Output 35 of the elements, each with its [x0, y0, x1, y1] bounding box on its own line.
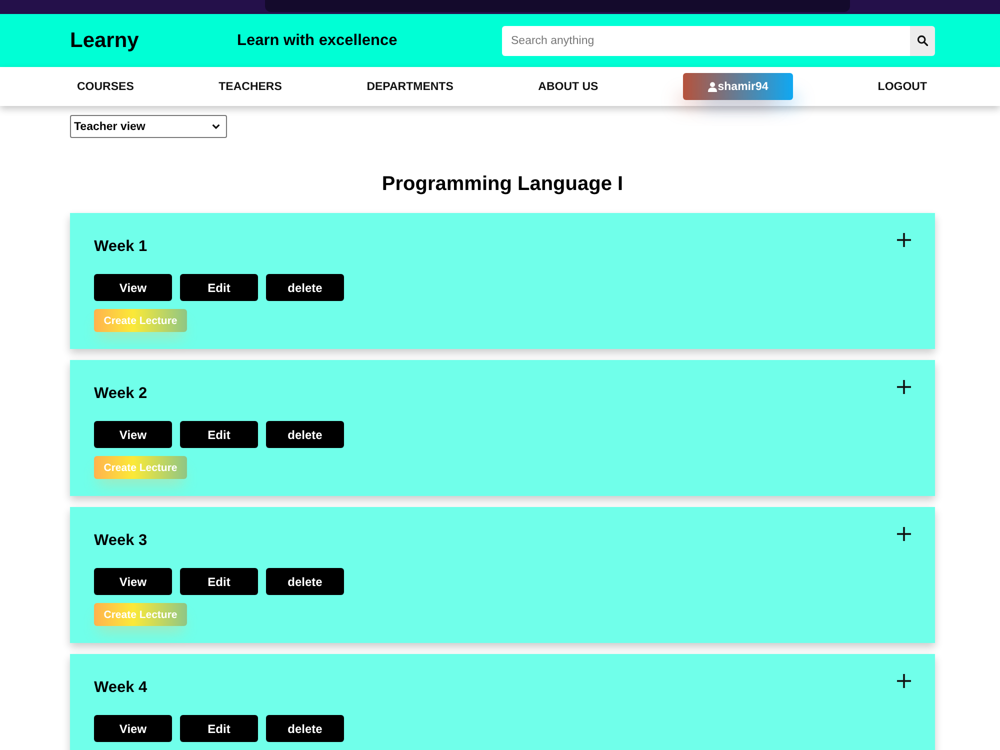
nav-link[interactable]: DEPARTMENTS	[366, 80, 454, 92]
week-title: Week 3	[94, 531, 148, 551]
week-title: Week 1	[94, 237, 148, 257]
action-button[interactable]: delete	[266, 274, 344, 301]
chevron-icon	[212, 124, 220, 129]
action-button[interactable]: Edit	[180, 421, 258, 448]
search-field[interactable]: Search anything	[502, 26, 910, 56]
nav-link[interactable]: ABOUT US	[538, 80, 598, 92]
view-select[interactable]: Teacher view	[70, 115, 227, 138]
search-button[interactable]	[910, 26, 935, 56]
action-button[interactable]: Edit	[180, 274, 258, 301]
action-button[interactable]: delete	[266, 568, 344, 595]
week-title: Week 4	[94, 678, 148, 698]
nav-link[interactable]: LOGOUT	[878, 80, 927, 92]
course-title: Programming Language I	[380, 172, 624, 196]
action-button[interactable]: Edit	[180, 568, 258, 595]
plus-icon[interactable]	[897, 380, 911, 394]
action-button[interactable]: delete	[266, 715, 344, 742]
action-button[interactable]: View	[94, 568, 172, 595]
week-title: Week 2	[94, 384, 148, 404]
action-button[interactable]: View	[94, 421, 172, 448]
plus-icon[interactable]	[897, 674, 911, 688]
logo[interactable]: Learny	[70, 28, 237, 52]
plus-icon[interactable]	[897, 527, 911, 541]
action-button[interactable]: View	[94, 274, 172, 301]
action-button[interactable]: Edit	[180, 715, 258, 742]
action-button[interactable]: View	[94, 715, 172, 742]
nav-link[interactable]: TEACHERS	[218, 80, 282, 92]
search-icon	[917, 35, 928, 46]
user-button[interactable]: shamir94	[683, 73, 794, 100]
tagline: Learn with excellence	[237, 32, 398, 50]
user-icon	[708, 82, 717, 92]
nav-link[interactable]: COURSES	[77, 80, 134, 92]
plus-icon[interactable]	[897, 233, 911, 247]
action-button[interactable]: delete	[266, 421, 344, 448]
